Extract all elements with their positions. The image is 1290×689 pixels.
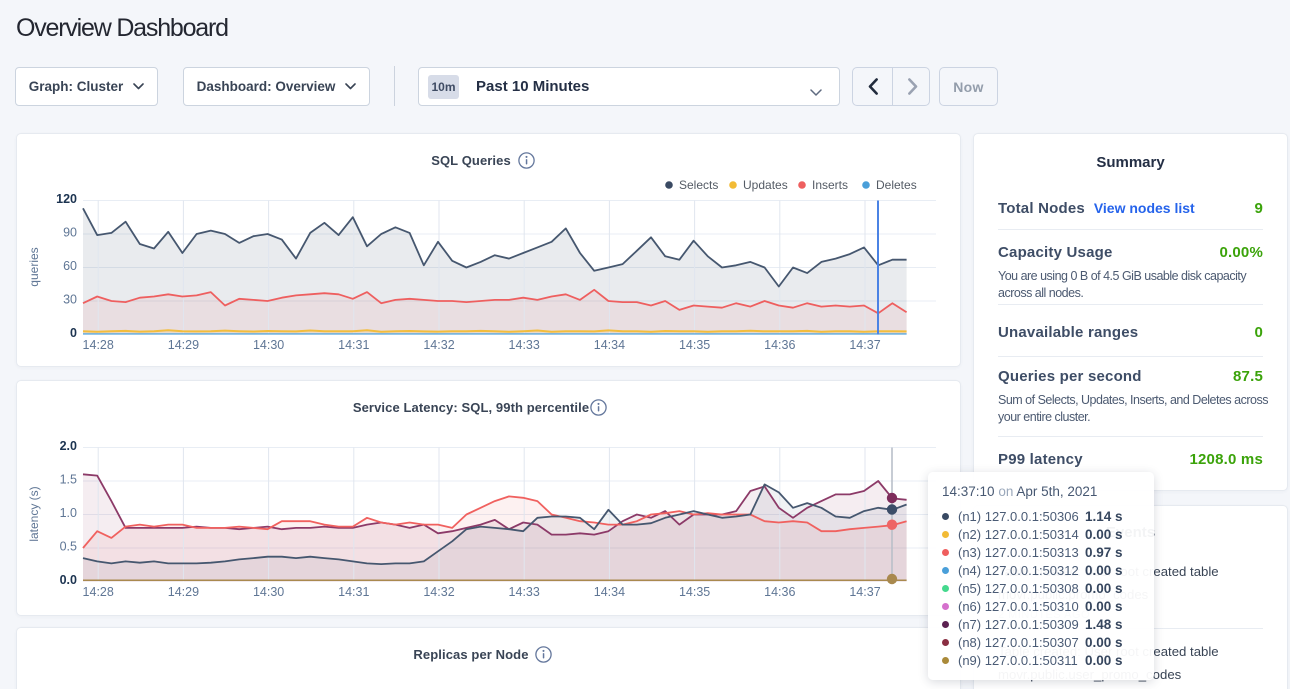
svg-text:14:36: 14:36 (764, 585, 795, 599)
svg-text:14:28: 14:28 (83, 585, 114, 599)
svg-text:latency (s): latency (s) (27, 486, 41, 541)
svg-text:14:30: 14:30 (253, 585, 284, 599)
svg-text:14:34: 14:34 (594, 585, 625, 599)
svg-text:14:28: 14:28 (83, 338, 114, 352)
svg-text:1.5: 1.5 (60, 473, 77, 487)
svg-text:14:32: 14:32 (423, 585, 454, 599)
svg-text:queries: queries (27, 247, 41, 286)
svg-text:14:36: 14:36 (764, 338, 795, 352)
svg-text:30: 30 (63, 293, 77, 307)
svg-text:14:29: 14:29 (168, 338, 199, 352)
svg-text:14:37: 14:37 (849, 338, 880, 352)
svg-text:120: 120 (56, 192, 77, 206)
svg-text:14:30: 14:30 (253, 338, 284, 352)
svg-text:14:33: 14:33 (509, 585, 540, 599)
svg-text:Deletes: Deletes (876, 178, 917, 192)
svg-text:14:34: 14:34 (594, 338, 625, 352)
svg-text:Selects: Selects (679, 178, 718, 192)
svg-text:14:31: 14:31 (338, 338, 369, 352)
svg-text:0.0: 0.0 (60, 573, 77, 587)
svg-text:14:29: 14:29 (168, 585, 199, 599)
svg-text:2.0: 2.0 (60, 439, 77, 453)
svg-text:14:35: 14:35 (679, 338, 710, 352)
svg-text:14:37: 14:37 (849, 585, 880, 599)
svg-text:14:35: 14:35 (679, 585, 710, 599)
svg-text:Inserts: Inserts (812, 178, 848, 192)
svg-text:90: 90 (63, 226, 77, 240)
svg-text:14:31: 14:31 (338, 585, 369, 599)
svg-text:Updates: Updates (743, 178, 788, 192)
svg-text:60: 60 (63, 259, 77, 273)
svg-text:14:32: 14:32 (423, 338, 454, 352)
svg-text:1.0: 1.0 (60, 506, 77, 520)
svg-text:0.5: 0.5 (60, 540, 77, 554)
svg-text:14:33: 14:33 (509, 338, 540, 352)
svg-text:0: 0 (70, 326, 77, 340)
